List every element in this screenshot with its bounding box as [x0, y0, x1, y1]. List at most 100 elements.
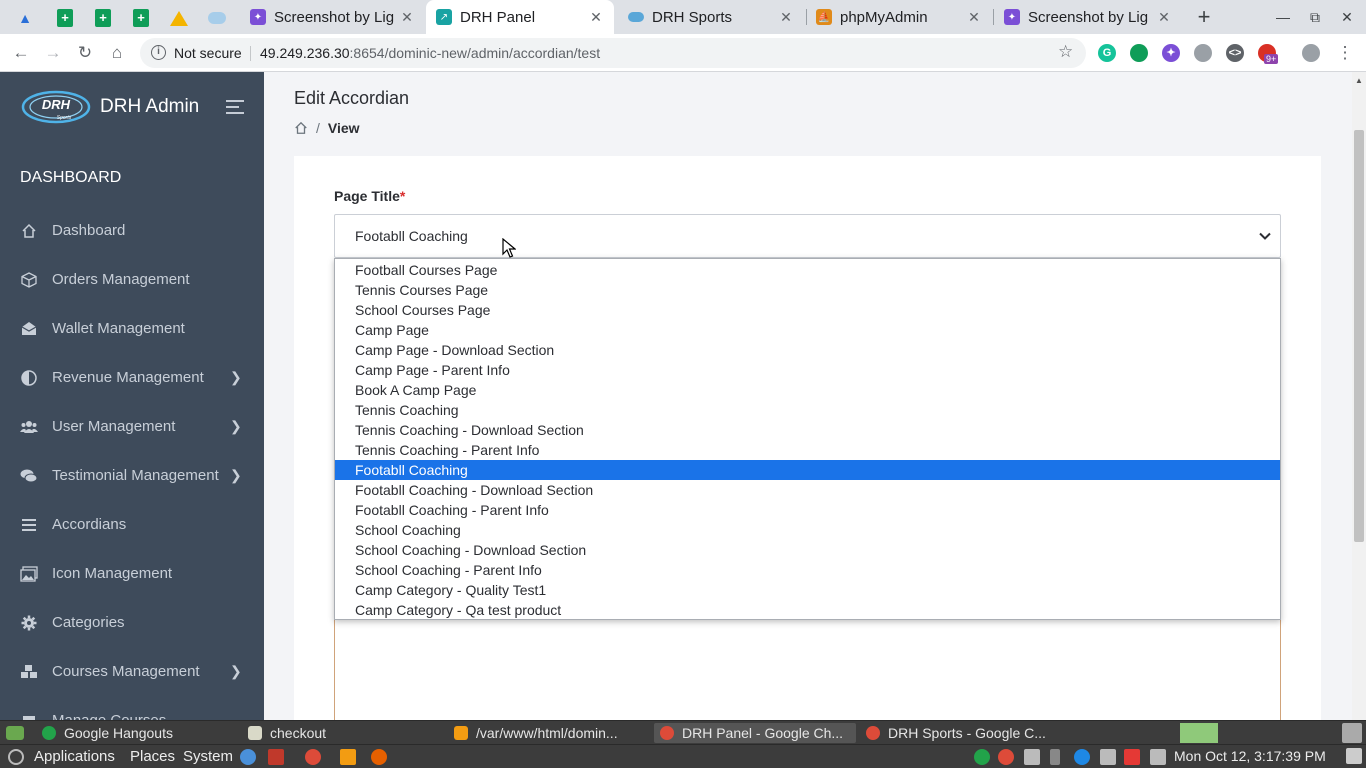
dropdown-option[interactable]: Tennis Coaching - Download Section: [335, 420, 1280, 440]
tab-drh-sports[interactable]: DRH Sports ✕: [618, 0, 804, 34]
pinned-tab-sheets-icon[interactable]: +: [124, 4, 158, 32]
sidebar-item-manage-courses[interactable]: Manage Courses: [0, 696, 264, 720]
home-button[interactable]: ⌂: [104, 40, 130, 66]
forward-button[interactable]: →: [40, 40, 66, 66]
firefox-launcher-icon[interactable]: [371, 749, 387, 765]
pinned-tab-cloud-icon[interactable]: [200, 4, 234, 32]
close-icon[interactable]: ✕: [966, 9, 982, 26]
dropdown-option-selected[interactable]: Footabll Coaching: [335, 460, 1280, 480]
dropdown-option[interactable]: Tennis Courses Page: [335, 280, 1280, 300]
menu-system[interactable]: System: [183, 748, 233, 765]
dropdown-option[interactable]: Camp Category - Quality Test1: [335, 580, 1280, 600]
minimize-button[interactable]: —: [1268, 4, 1298, 30]
info-icon[interactable]: i: [151, 45, 166, 60]
dropdown-option[interactable]: Tennis Coaching: [335, 400, 1280, 420]
brand[interactable]: DRH Sports DRH Admin: [20, 84, 199, 130]
network-globe-icon[interactable]: [240, 749, 256, 765]
chrome-launcher-icon[interactable]: [305, 749, 321, 765]
profile-avatar-icon[interactable]: [1302, 44, 1320, 62]
close-icon[interactable]: ✕: [1156, 9, 1172, 26]
reload-button[interactable]: ↻: [72, 40, 98, 66]
sublime-launcher-icon[interactable]: [340, 749, 356, 765]
dropdown-option[interactable]: Footabll Coaching - Parent Info: [335, 500, 1280, 520]
tab-drh-panel[interactable]: ↗ DRH Panel ✕: [426, 0, 614, 34]
task-sublime-editor[interactable]: /var/www/html/domin...: [448, 723, 650, 743]
sidebar-item-categories[interactable]: Categories: [0, 598, 264, 647]
hangouts-extension-icon[interactable]: [1130, 44, 1148, 62]
trash-icon[interactable]: [1342, 723, 1362, 743]
page-title: Edit Accordian: [294, 88, 410, 108]
dropdown-option[interactable]: Footabll Coaching - Download Section: [335, 480, 1280, 500]
show-desktop-button[interactable]: [0, 723, 30, 743]
bluetooth-icon[interactable]: [1050, 749, 1060, 765]
content-editor[interactable]: [334, 606, 1281, 720]
dropdown-option[interactable]: Book A Camp Page: [335, 380, 1280, 400]
dropdown-option[interactable]: Camp Page: [335, 320, 1280, 340]
dropdown-option[interactable]: Camp Category - Qa test product: [335, 600, 1280, 620]
dropdown-option[interactable]: Camp Page - Download Section: [335, 340, 1280, 360]
sidebar-item-courses-management[interactable]: Courses Management ❯: [0, 647, 264, 696]
page-title-select[interactable]: Footabll Coaching: [334, 214, 1281, 258]
sidebar-item-icon-management[interactable]: Icon Management: [0, 549, 264, 598]
task-google-hangouts[interactable]: Google Hangouts: [36, 723, 236, 743]
close-icon[interactable]: ✕: [399, 9, 415, 26]
feather-extension-icon[interactable]: ✦: [1162, 44, 1180, 62]
new-tab-button[interactable]: +: [1192, 4, 1216, 30]
pinned-tab-logo-icon[interactable]: ▲: [8, 4, 42, 32]
menu-places[interactable]: Places: [130, 748, 175, 765]
volume-icon[interactable]: [1150, 749, 1166, 765]
workspace-switcher[interactable]: [1180, 723, 1218, 743]
hamburger-menu-icon[interactable]: [226, 100, 244, 114]
sidebar-item-testimonial-management[interactable]: Testimonial Management ❯: [0, 451, 264, 500]
menu-applications[interactable]: Applications: [34, 748, 115, 765]
tab-screenshot-2[interactable]: ✦ Screenshot by Lig ✕: [994, 0, 1182, 34]
sidebar-item-revenue-management[interactable]: Revenue Management ❯: [0, 353, 264, 402]
task-drh-panel-chrome[interactable]: DRH Panel - Google Ch...: [654, 723, 856, 743]
window-close-button[interactable]: ✕: [1332, 4, 1362, 30]
network-transfer-icon[interactable]: [1100, 749, 1116, 765]
scroll-up-icon[interactable]: ▲: [1355, 76, 1363, 85]
close-icon[interactable]: ✕: [778, 9, 794, 26]
dropdown-option[interactable]: Football Courses Page: [335, 260, 1280, 280]
pinned-tab-sheets-icon[interactable]: +: [86, 4, 120, 32]
sidebar-item-user-management[interactable]: User Management ❯: [0, 402, 264, 451]
grammarly-extension-icon[interactable]: G: [1098, 44, 1116, 62]
dropdown-option[interactable]: School Coaching - Download Section: [335, 540, 1280, 560]
filezilla-icon[interactable]: [268, 749, 284, 765]
page-scrollbar[interactable]: ▲: [1352, 72, 1366, 720]
tab-phpmyadmin[interactable]: ⛵ phpMyAdmin ✕: [806, 0, 992, 34]
dropdown-option[interactable]: School Coaching: [335, 520, 1280, 540]
anydesk-tray-icon[interactable]: [1124, 749, 1140, 765]
dropdown-option[interactable]: School Courses Page: [335, 300, 1280, 320]
sidebar-item-orders-management[interactable]: Orders Management: [0, 255, 264, 304]
task-drh-sports-chrome[interactable]: DRH Sports - Google C...: [860, 723, 1060, 743]
clock[interactable]: Mon Oct 12, 3:17:39 PM: [1174, 748, 1326, 764]
desktop-icon: [6, 726, 24, 740]
cloud-extension-icon[interactable]: [1194, 44, 1212, 62]
dropdown-option[interactable]: School Coaching - Parent Info: [335, 560, 1280, 580]
hangouts-tray-icon[interactable]: [974, 749, 990, 765]
scrollbar-thumb[interactable]: [1354, 130, 1364, 542]
power-icon[interactable]: [1346, 748, 1362, 764]
pinned-tab-sheets-icon[interactable]: +: [48, 4, 82, 32]
address-bar[interactable]: i Not secure 49.249.236.30:8654/dominic-…: [140, 38, 1086, 68]
bookmark-star-icon[interactable]: ☆: [1058, 42, 1073, 62]
task-checkout[interactable]: checkout: [242, 723, 442, 743]
close-icon[interactable]: ✕: [588, 9, 604, 26]
code-extension-icon[interactable]: <>: [1226, 44, 1244, 62]
teamviewer-tray-icon[interactable]: [1074, 749, 1090, 765]
dropdown-option[interactable]: Tennis Coaching - Parent Info: [335, 440, 1280, 460]
sidebar-item-accordians[interactable]: Accordians: [0, 500, 264, 549]
chrome-tray-icon[interactable]: [998, 749, 1014, 765]
pinned-tab-drive-icon[interactable]: [162, 4, 196, 32]
sidebar-item-dashboard[interactable]: Dashboard: [0, 206, 264, 255]
back-button[interactable]: ←: [8, 40, 34, 66]
tab-screenshot-1[interactable]: ✦ Screenshot by Lig ✕: [240, 0, 425, 34]
browser-menu-button[interactable]: ⋮: [1332, 40, 1358, 66]
distro-logo-icon[interactable]: [8, 749, 24, 765]
sidebar-item-wallet-management[interactable]: Wallet Management: [0, 304, 264, 353]
dropdown-option[interactable]: Camp Page - Parent Info: [335, 360, 1280, 380]
dropbox-tray-icon[interactable]: [1024, 749, 1040, 765]
maximize-button[interactable]: ⧉: [1300, 4, 1330, 30]
home-icon[interactable]: [294, 121, 308, 135]
